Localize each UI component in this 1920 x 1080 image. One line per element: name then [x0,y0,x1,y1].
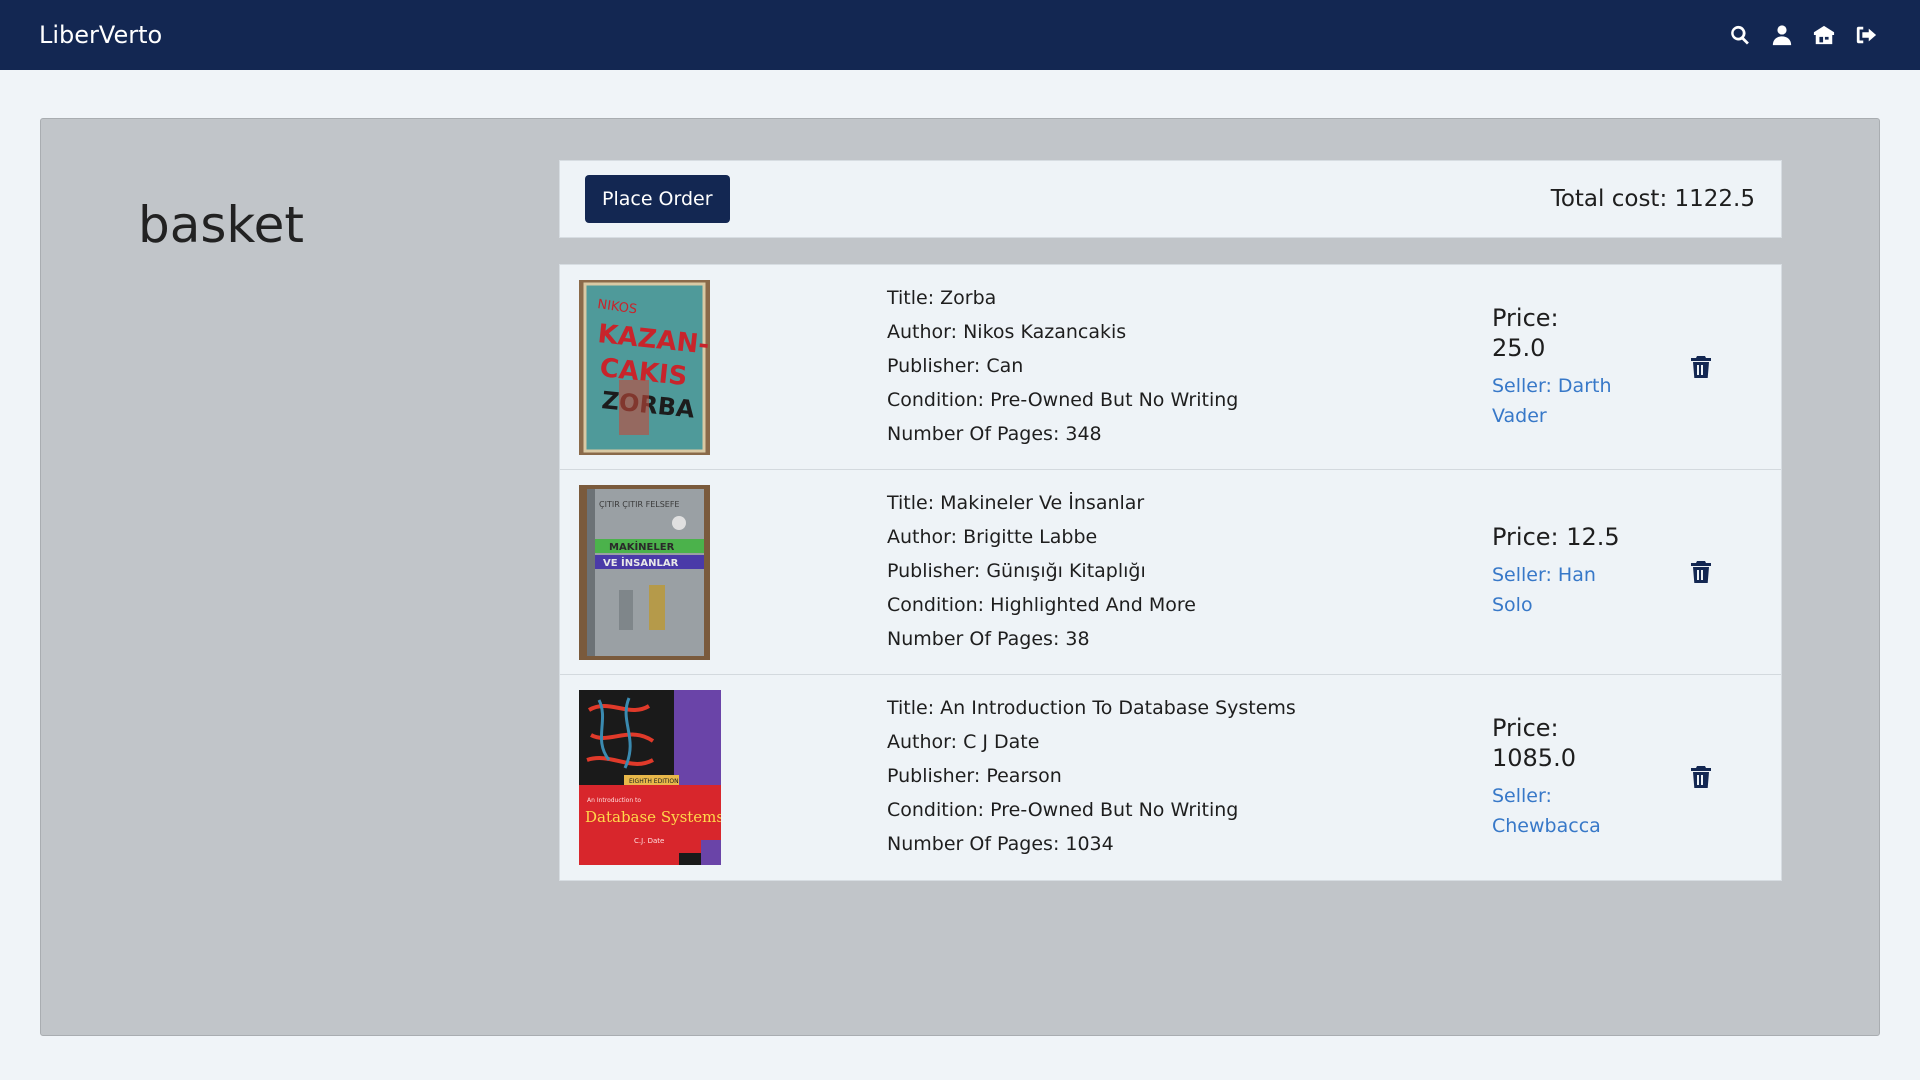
basket-list: NIKOS KAZAN- CAKIS ZORBA Title: Zorba Au… [559,264,1782,881]
book-publisher: Publisher: Günışığı Kitaplığı [887,560,1146,582]
seller-link[interactable]: Seller: Han Solo [1492,560,1622,620]
book-condition: Condition: Pre-Owned But No Writing [887,389,1239,411]
order-bar: Place Order Total cost: 1122.5 [559,160,1782,238]
user-icon[interactable] [1770,23,1794,47]
book-price: Price: 1085.0 [1492,714,1576,772]
price-box: Price: 1085.0 Seller: Chewbacca [1492,713,1622,841]
search-icon[interactable] [1728,23,1752,47]
nav-icons [1728,23,1881,47]
trash-icon[interactable] [1690,765,1712,789]
cover-text: An Introduction to [587,797,641,804]
brand-logo[interactable]: LiberVerto [39,21,162,49]
book-title: Title: Zorba [887,287,997,309]
cover-text: VE İNSANLAR [603,555,679,569]
book-details: Title: Zorba Author: Nikos Kazancakis Pu… [887,281,1238,451]
book-cover-image[interactable]: ÇITIR ÇITIR FELSEFE MAKİNELER VE İNSANLA… [579,485,710,660]
book-condition: Condition: Highlighted And More [887,594,1196,616]
price-box: Price: 12.5 Seller: Han Solo [1492,522,1622,620]
list-item: EIGHTH EDITION An Introduction to Databa… [560,675,1781,880]
seller-link[interactable]: Seller: Darth Vader [1492,371,1622,431]
book-publisher: Publisher: Can [887,355,1024,377]
book-condition: Condition: Pre-Owned But No Writing [887,799,1239,821]
book-author: Author: C J Date [887,731,1040,753]
price-box: Price: 25.0 Seller: Darth Vader [1492,303,1622,431]
logout-icon[interactable] [1854,23,1878,47]
list-item: ÇITIR ÇITIR FELSEFE MAKİNELER VE İNSANLA… [560,470,1781,675]
store-icon[interactable] [1812,23,1836,47]
book-author: Author: Nikos Kazancakis [887,321,1127,343]
book-details: Title: Makineler Ve İnsanlar Author: Bri… [887,486,1196,656]
book-title: Title: An Introduction To Database Syste… [887,697,1296,719]
top-navbar: LiberVerto [0,0,1920,70]
cover-text: ÇITIR ÇITIR FELSEFE [599,500,680,509]
list-item: NIKOS KAZAN- CAKIS ZORBA Title: Zorba Au… [560,265,1781,470]
seller-link[interactable]: Seller: Chewbacca [1492,781,1622,841]
trash-icon[interactable] [1690,560,1712,584]
book-details: Title: An Introduction To Database Syste… [887,691,1296,861]
book-publisher: Publisher: Pearson [887,765,1062,787]
cover-text: C.J. Date [634,837,664,845]
cover-text: EIGHTH EDITION [629,778,679,785]
place-order-button[interactable]: Place Order [585,175,730,223]
book-title: Title: Makineler Ve İnsanlar [887,492,1145,514]
book-pages: Number Of Pages: 348 [887,423,1102,445]
page-title: basket [138,196,304,254]
cover-text: Database Systems [585,808,721,826]
book-price: Price: 25.0 [1492,304,1559,362]
book-pages: Number Of Pages: 38 [887,628,1090,650]
total-cost: Total cost: 1122.5 [1550,186,1755,212]
trash-icon[interactable] [1690,355,1712,379]
book-pages: Number Of Pages: 1034 [887,833,1114,855]
book-cover-image[interactable]: NIKOS KAZAN- CAKIS ZORBA [579,280,710,455]
book-author: Author: Brigitte Labbe [887,526,1098,548]
book-price: Price: 12.5 [1492,523,1620,551]
book-cover-image[interactable]: EIGHTH EDITION An Introduction to Databa… [579,690,721,865]
cover-text: MAKİNELER [609,539,675,553]
